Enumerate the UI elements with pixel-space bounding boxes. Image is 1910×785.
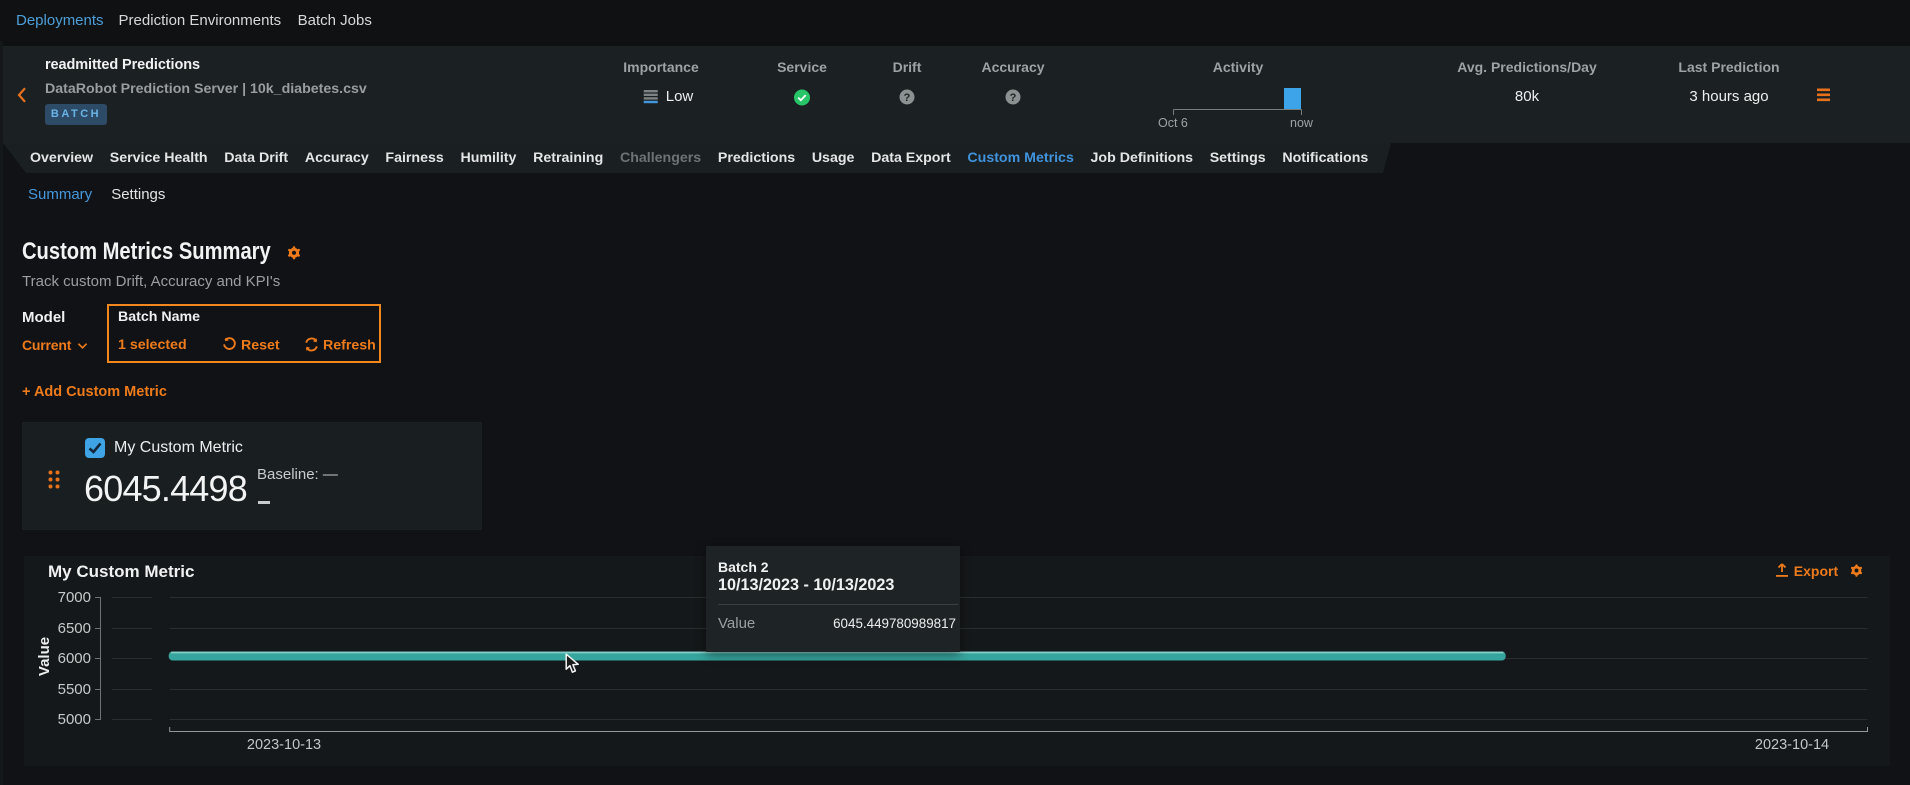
svg-text:?: ?: [1010, 92, 1017, 104]
svg-text:?: ?: [904, 92, 911, 104]
